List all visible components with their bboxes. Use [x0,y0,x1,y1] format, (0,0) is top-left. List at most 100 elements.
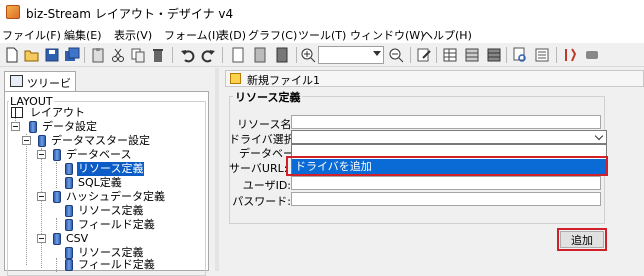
tree-node-layout[interactable]: レイアウト [11,106,91,120]
toolbar-separator [172,47,173,63]
toolbar-separator [296,47,297,63]
undo-icon[interactable] [180,47,196,63]
save-icon[interactable] [44,47,60,63]
menu-file[interactable]: ファイル(F) [2,27,61,43]
tree-pane: ツリービュー LAYOUT レイアウト データ設定 データマスター設定 [0,68,215,276]
tab-tree-view[interactable]: ツリービュー [4,71,76,106]
database-icon [65,177,73,189]
menu-edit[interactable]: 編集(E) [64,27,102,43]
tree-node-label: レイアウト [30,106,85,119]
chevron-down-icon [373,51,381,56]
menu-window[interactable]: ウィンドウ(W) [350,27,424,43]
page-icon[interactable] [230,47,246,63]
tree-node-data-master[interactable]: データマスター設定 [22,134,152,148]
tree-node-label: フィールド定義 [78,258,155,271]
app-icon [6,5,20,19]
page-gray-icon[interactable] [252,47,268,63]
table-icon[interactable] [442,47,458,63]
resource-name-input[interactable] [291,115,601,129]
tree-node-csv[interactable]: CSV [37,232,117,246]
highlight-box [286,156,608,176]
tree-node-label: CSV [66,232,89,245]
toolbar-separator [410,47,411,63]
tree-node-database[interactable]: データベース [37,148,137,162]
redo-icon[interactable] [200,47,216,63]
menu-tools[interactable]: ツール(T) [298,27,346,43]
menu-form[interactable]: フォーム(I) [164,27,220,43]
tree-node-resource-definition-hash[interactable]: リソース定義 [65,204,155,218]
user-id-input[interactable] [291,176,601,190]
editor-pane: 新規ファイル1 リソース定義 リソース名: ドライバ選択: データベー サーバU… [219,68,644,271]
tree-node-label: リソース定義 [78,204,144,217]
cut-icon[interactable] [110,47,126,63]
database-icon [65,219,73,231]
database-icon [53,149,61,161]
tree-node-label: データマスター設定 [51,134,150,147]
tree-view-icon [10,75,23,87]
tree-node-label: SQL定義 [78,176,122,189]
resource-form: リソース定義 リソース名: ドライバ選択: データベー サーバURL: ドライバ… [225,88,644,271]
tree-node-field-definition-csv[interactable]: フィールド定義 [65,258,155,272]
toolbar-separator [436,47,437,63]
toolbar-separator [556,47,557,63]
database-icon [29,121,37,133]
tree-line [56,258,57,272]
database-icon [38,135,46,147]
database-icon [53,191,61,203]
stop-icon[interactable] [584,47,600,63]
section-title: リソース定義 [233,89,303,105]
open-icon[interactable] [24,47,40,63]
menu-bar: ファイル(F) 編集(E) 表示(V) フォーム(I) 表(D) グラフ(C) … [0,24,644,43]
layout-icon [11,107,23,118]
driver-select[interactable] [291,130,607,144]
tree-line [26,134,27,265]
tree-view: LAYOUT レイアウト データ設定 データマスター設定 データベース リソース… [4,91,209,276]
copy-icon[interactable] [130,47,146,63]
page-dark-icon[interactable] [274,47,290,63]
menu-graph[interactable]: グラフ(C) [248,27,297,43]
tree-node-hash-data[interactable]: ハッシュデータ定義 [37,190,167,204]
collapse-icon[interactable] [37,234,46,243]
zoom-in-icon[interactable] [300,47,316,63]
collapse-icon[interactable] [37,192,46,201]
tree-node-sql-definition[interactable]: SQL定義 [65,176,155,190]
window-title: biz-Stream レイアウト・デザイナ v4 [26,7,234,21]
save-all-icon[interactable] [64,47,80,63]
delete-icon[interactable] [150,47,166,63]
add-button[interactable]: 追加 [560,231,604,248]
tree-node-label: フィールド定義 [78,218,155,231]
tree-node-label: ハッシュデータ定義 [66,190,165,203]
collapse-icon[interactable] [37,150,46,159]
collapse-icon[interactable] [11,122,20,131]
new-icon[interactable] [4,47,20,63]
toolbar [0,43,644,67]
server-url-label: サーバURL: [229,162,288,175]
tree-node-field-definition-hash[interactable]: フィールド定義 [65,218,155,232]
database-label: データベー [239,145,294,161]
database-icon [65,205,73,217]
paste-icon[interactable] [90,47,106,63]
zoom-select[interactable] [318,46,384,64]
list-icon[interactable] [534,47,550,63]
collapse-icon[interactable] [22,136,31,145]
tree-node-label: データベース [66,148,132,161]
menu-view[interactable]: 表示(V) [114,27,152,43]
table-gray-icon[interactable] [464,47,480,63]
chevron-down-icon [594,131,604,141]
document-tab[interactable]: 新規ファイル1 [225,70,644,87]
wrench-icon[interactable] [562,47,578,63]
table-dark-icon[interactable] [486,47,502,63]
user-id-label: ユーザID: [242,179,291,192]
tree-node-resource-definition[interactable]: リソース定義 [65,162,155,176]
tree-node-data-settings[interactable]: データ設定 [11,120,101,134]
database-icon [65,259,73,271]
tree-line [56,162,57,188]
preview-icon[interactable] [512,47,528,63]
toolbar-separator [222,47,223,63]
tree-line [56,218,57,230]
menu-table[interactable]: 表(D) [218,27,246,43]
password-input[interactable] [291,192,601,206]
zoom-out-icon[interactable] [388,47,404,63]
menu-help[interactable]: ヘルプ(H) [422,27,472,43]
edit-icon[interactable] [416,47,432,63]
